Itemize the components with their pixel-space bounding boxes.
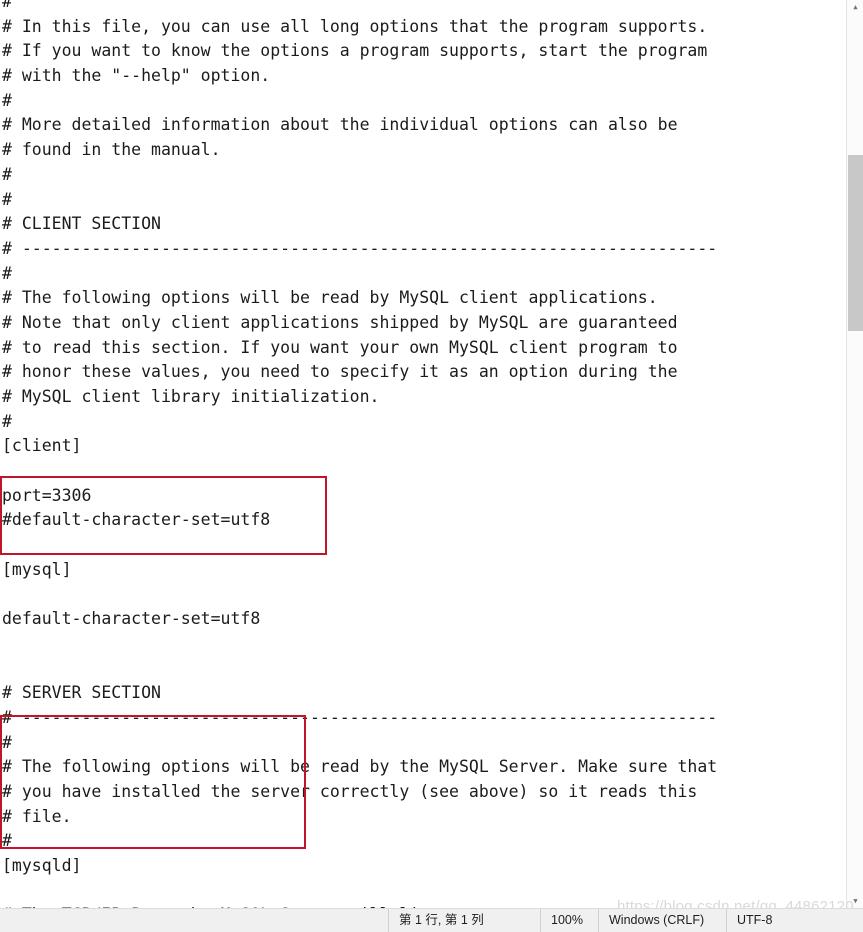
code-line: # bbox=[2, 164, 12, 184]
scroll-up-arrow-icon[interactable]: ▲ bbox=[848, 0, 863, 14]
code-line: [mysqld] bbox=[2, 856, 82, 876]
scroll-down-arrow-icon[interactable]: ▼ bbox=[848, 894, 863, 908]
code-line: # In this file, you can use all long opt… bbox=[2, 16, 708, 36]
code-line: # The following options will be read by … bbox=[2, 757, 718, 777]
code-line: # to read this section. If you want your… bbox=[2, 337, 678, 357]
code-line: # bbox=[2, 0, 12, 11]
text-editor-area[interactable]: # # In this file, you can use all long op… bbox=[0, 0, 845, 908]
status-zoom-level[interactable]: 100% bbox=[540, 909, 598, 932]
code-line: # file. bbox=[2, 806, 72, 826]
code-line: # SERVER SECTION bbox=[2, 683, 161, 703]
status-encoding[interactable]: UTF-8 bbox=[726, 909, 826, 932]
code-line: # bbox=[2, 90, 12, 110]
status-line-ending[interactable]: Windows (CRLF) bbox=[598, 909, 726, 932]
code-line: # bbox=[2, 263, 12, 283]
code-line: # you have installed the server correctl… bbox=[2, 782, 698, 801]
code-line: # MySQL client library initialization. bbox=[2, 387, 380, 406]
code-line: # bbox=[2, 732, 12, 752]
vertical-scrollbar-thumb[interactable] bbox=[848, 155, 863, 331]
status-cursor-position[interactable]: 第 1 行, 第 1 列 bbox=[388, 909, 540, 932]
code-line: # Note that only client applications shi… bbox=[2, 312, 678, 332]
code-line: port=3306 bbox=[2, 485, 92, 505]
code-line: # If you want to know the options a prog… bbox=[2, 41, 708, 61]
code-line: # The following options will be read by … bbox=[2, 288, 658, 308]
code-line: [mysql] bbox=[2, 559, 72, 579]
notepadplusplus-window: # # In this file, you can use all long op… bbox=[0, 0, 863, 932]
code-line: # CLIENT SECTION bbox=[2, 214, 161, 234]
code-line: [client] bbox=[2, 436, 82, 456]
code-line: # bbox=[2, 831, 12, 851]
code-line: # More detailed information about the in… bbox=[2, 115, 678, 135]
code-line: # --------------------------------------… bbox=[2, 707, 718, 727]
code-line: # honor these values, you need to specif… bbox=[2, 362, 678, 382]
code-line: default-character-set=utf8 bbox=[2, 609, 261, 629]
code-line: # with the "--help" option. bbox=[2, 66, 271, 86]
code-line: # bbox=[2, 189, 12, 209]
file-content[interactable]: # # In this file, you can use all long op… bbox=[2, 0, 747, 908]
status-bar: 第 1 行, 第 1 列 100% Windows (CRLF) UTF-8 bbox=[0, 908, 863, 932]
code-line: # found in the manual. bbox=[2, 140, 221, 160]
code-line: # bbox=[2, 411, 12, 431]
vertical-scrollbar[interactable]: ▲ ▼ bbox=[846, 0, 863, 908]
code-line: #default-character-set=utf8 bbox=[2, 510, 271, 530]
code-line: # --------------------------------------… bbox=[2, 238, 718, 258]
